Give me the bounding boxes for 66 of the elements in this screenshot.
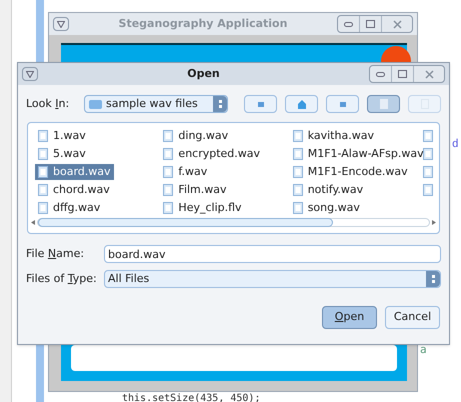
- cancel-button[interactable]: Cancel: [385, 306, 440, 329]
- file-icon: [422, 130, 433, 142]
- scrollbar-thumb[interactable]: [38, 218, 333, 226]
- file-icon: [292, 184, 303, 196]
- file-icon: [292, 166, 303, 178]
- file-icon: [163, 202, 174, 214]
- file-icon: [163, 166, 174, 178]
- file-icon: [422, 184, 433, 196]
- code-text: a: [420, 342, 427, 358]
- look-in-value: sample wav files: [106, 96, 199, 112]
- file-item[interactable]: notify.wav: [290, 182, 366, 198]
- list-view-button[interactable]: [367, 95, 400, 113]
- code-text: d: [452, 136, 459, 152]
- file-icon: [163, 130, 174, 142]
- file-item[interactable]: ding.wav: [160, 128, 232, 144]
- file-item[interactable]: M1F1-Alaw-AFsp.wav: [290, 146, 427, 162]
- file-icon: [38, 148, 48, 160]
- file-item[interactable]: f.wav: [160, 164, 210, 180]
- file-icon: [422, 166, 433, 178]
- up-folder-button[interactable]: [244, 95, 277, 113]
- files-of-type-dropdown[interactable]: All Files: [104, 270, 441, 288]
- file-item[interactable]: board.wav: [35, 164, 114, 180]
- file-item[interactable]: Film.wav: [160, 182, 230, 198]
- file-icon: [422, 148, 433, 160]
- file-name-label: File Name:: [26, 246, 84, 260]
- menu-icon: [26, 70, 34, 78]
- file-item[interactable]: dffg.wav: [35, 200, 104, 216]
- file-icon: [38, 130, 48, 142]
- file-item[interactable]: 1.wav: [35, 128, 89, 144]
- dropdown-arrow-icon: [218, 100, 222, 108]
- window-menu-button[interactable]: [22, 67, 38, 81]
- file-item[interactable]: kavitha.wav: [290, 128, 377, 144]
- home-button[interactable]: [285, 95, 318, 113]
- window-menu-button[interactable]: [53, 17, 69, 31]
- details-view-button[interactable]: [408, 95, 441, 113]
- look-in-dropdown[interactable]: sample wav files: [84, 95, 228, 113]
- file-icon: [38, 166, 48, 178]
- horizontal-scrollbar[interactable]: [31, 216, 436, 228]
- file-icon: [163, 184, 174, 196]
- dropdown-arrow-icon: [432, 275, 434, 283]
- file-item[interactable]: M1F1-Encode.wav: [290, 164, 411, 180]
- files-of-type-label: Files of Type:: [26, 272, 97, 285]
- new-folder-button[interactable]: [326, 95, 359, 113]
- file-icon: [163, 148, 174, 160]
- file-icon: [292, 130, 303, 142]
- open-button[interactable]: Open: [322, 306, 377, 329]
- file-item[interactable]: Hey_clip.flv: [160, 200, 245, 216]
- home-icon: [298, 100, 306, 108]
- window-title: Steganography Application: [118, 16, 288, 32]
- file-icon: [38, 184, 48, 196]
- file-item[interactable]: 5.wav: [35, 146, 89, 162]
- look-in-label: Look In:: [26, 96, 70, 110]
- folder-icon: [88, 99, 102, 109]
- menu-icon: [57, 20, 65, 28]
- close-icon: [424, 70, 434, 78]
- file-name-field[interactable]: board.wav: [104, 245, 441, 263]
- file-icon: [292, 202, 303, 214]
- window-title: Open: [186, 66, 221, 82]
- file-item[interactable]: encrypted.wav: [160, 146, 264, 162]
- file-item[interactable]: song.wav: [290, 200, 363, 216]
- file-item[interactable]: chord.wav: [35, 182, 113, 198]
- file-icon: [292, 148, 303, 160]
- file-icon: [38, 202, 48, 214]
- close-icon: [392, 20, 402, 28]
- scroll-right-icon: [432, 220, 436, 224]
- files-of-type-value: All Files: [108, 270, 150, 287]
